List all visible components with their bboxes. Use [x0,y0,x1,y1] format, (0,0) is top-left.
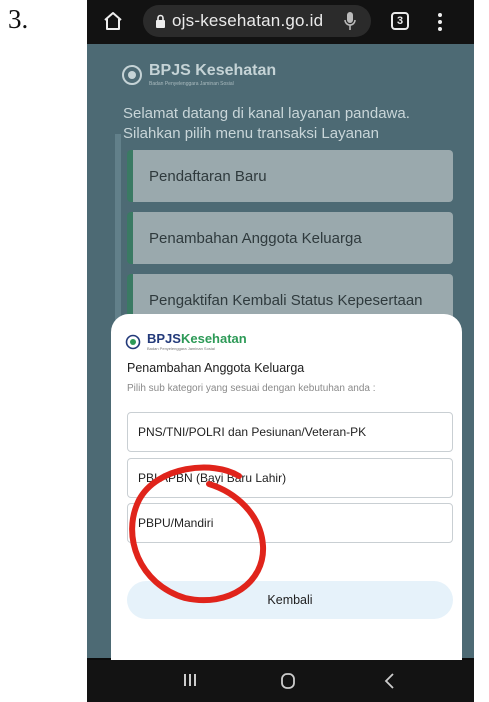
url-text: ojs-kesehatan.go.id [172,11,324,30]
home-icon[interactable] [103,10,123,32]
sheet-brand-sub: Badan Penyelenggara Jaminan Sosial [147,346,215,351]
option-pbpu-mandiri[interactable]: PBPU/Mandiri [127,503,453,543]
back-button[interactable]: Kembali [127,581,453,619]
page-brand-sub: Badan Penyelenggara Jaminan Sosial [149,81,234,87]
bpjs-logo-icon [122,65,142,85]
microphone-icon[interactable] [343,11,357,31]
lock-icon [156,14,165,28]
back-nav-icon[interactable] [383,672,397,690]
option-pbi-apbn[interactable]: PBI APBN (Bayi Baru Lahir) [127,458,453,498]
android-nav-bar [87,660,474,702]
phone-screen: ojs-kesehatan.go.id 3 BPJS Kesehatan Bad… [87,0,474,702]
option-pns-tni-polri[interactable]: PNS/TNI/POLRI dan Pesiunan/Veteran-PK [127,412,453,452]
welcome-text: Selamat datang di kanal layanan pandawa.… [123,105,410,142]
menu-item-pendaftaran-baru[interactable]: Pendaftaran Baru [127,150,453,202]
sheet-title: Penambahan Anggota Keluarga [127,361,305,375]
recents-icon[interactable] [182,672,198,688]
address-bar[interactable]: ojs-kesehatan.go.id [143,5,371,37]
brand-kesehatan: Kesehatan [180,331,247,346]
sheet-subtitle: Pilih sub kategori yang sesuai dengan ke… [127,383,376,394]
brand-bpjs: BPJS [147,331,181,346]
page-brand: BPJS Kesehatan [149,62,277,79]
step-number: 3. [8,4,29,34]
tab-switcher-button[interactable]: 3 [391,12,409,30]
bottom-sheet: BPJSKesehatan Badan Penyelenggara Jamina… [111,314,462,660]
home-nav-icon[interactable] [280,672,296,690]
browser-toolbar: ojs-kesehatan.go.id 3 [87,0,474,44]
more-menu-icon[interactable] [437,12,443,32]
sheet-brand: BPJSKesehatan [147,331,247,346]
menu-item-penambahan-anggota[interactable]: Penambahan Anggota Keluarga [127,212,453,264]
bpjs-logo-icon [125,334,141,350]
